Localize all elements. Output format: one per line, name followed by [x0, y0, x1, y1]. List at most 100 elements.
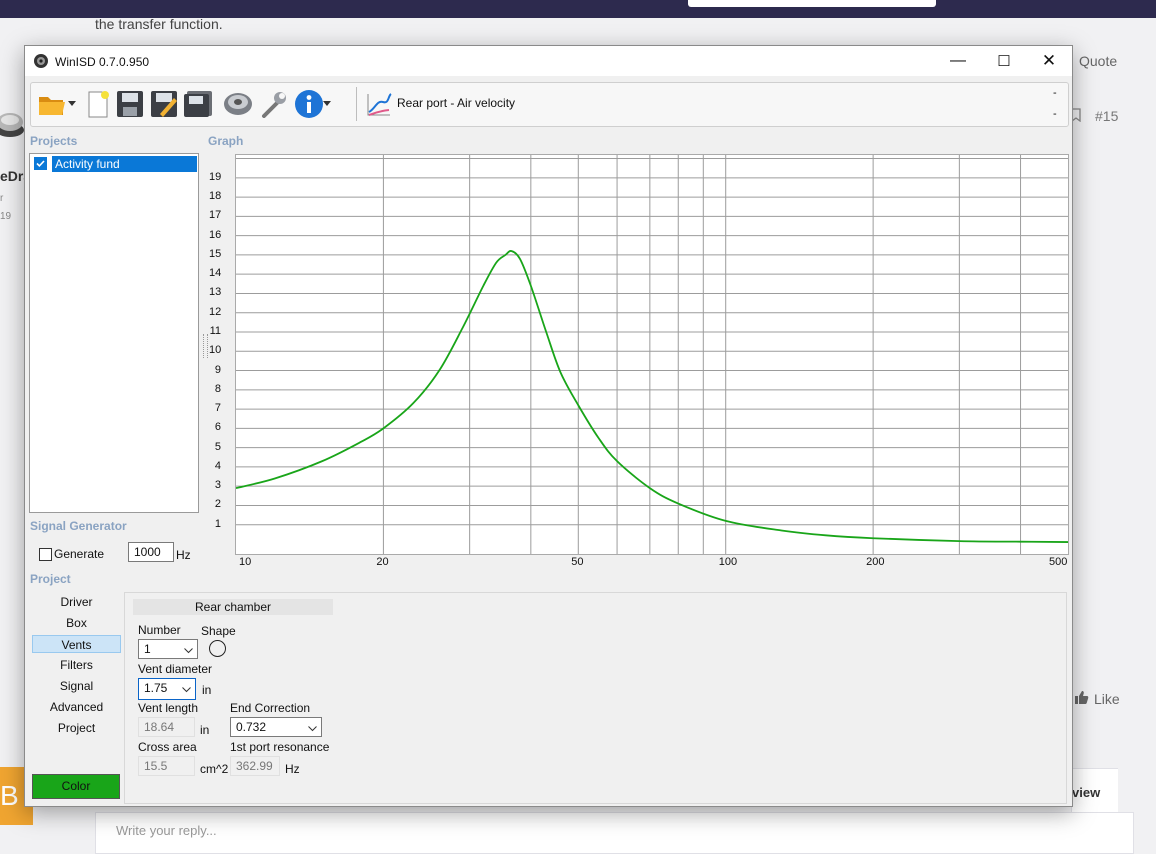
port-resonance-unit: Hz: [285, 762, 300, 776]
graph-selector-dash-top[interactable]: -: [1053, 87, 1057, 99]
y-tick-label: 1: [214, 517, 221, 530]
number-chevron-down-icon: [184, 643, 193, 661]
vent-length-label: Vent length: [138, 701, 199, 715]
x-tick-label: 20: [376, 556, 389, 568]
vent-diameter-select[interactable]: 1.75: [138, 678, 196, 700]
number-select[interactable]: 1: [138, 639, 198, 659]
y-tick-label: 8: [214, 382, 221, 395]
end-correction-chevron-down-icon: [308, 721, 317, 739]
generate-label: Generate: [54, 547, 105, 561]
vent-diameter-unit: in: [202, 683, 212, 697]
search-box[interactable]: [688, 0, 936, 7]
x-tick-label: 50: [571, 556, 584, 568]
quote-link[interactable]: Quote: [1079, 53, 1117, 69]
cross-area-field[interactable]: 15.5: [138, 756, 195, 776]
y-tick-label: 7: [214, 402, 221, 415]
generate-checkbox[interactable]: [39, 548, 52, 561]
y-tick-label: 13: [209, 286, 222, 299]
y-tick-label: 15: [209, 247, 222, 260]
round-shape-icon[interactable]: [209, 640, 226, 657]
vent-length-field[interactable]: 18.64: [138, 717, 195, 737]
info-icon[interactable]: [294, 89, 324, 119]
color-button[interactable]: Color: [32, 774, 120, 799]
rear-chamber-title: Rear chamber: [133, 599, 333, 615]
wrench-settings-icon[interactable]: [259, 89, 289, 119]
projects-list[interactable]: Activity fund: [29, 153, 199, 513]
y-tick-label: 4: [214, 459, 221, 472]
velocity-chart: [235, 155, 1069, 554]
nav-box[interactable]: Box: [32, 614, 121, 632]
info-dropdown-chevron-down-icon[interactable]: [321, 89, 333, 119]
diameter-chevron-down-icon: [182, 682, 191, 700]
post-number[interactable]: #15: [1095, 108, 1118, 124]
signal-generator-header: Signal Generator: [30, 519, 127, 533]
nav-project[interactable]: Project: [32, 719, 121, 737]
project-checkbox[interactable]: [34, 157, 47, 170]
nav-advanced[interactable]: Advanced: [32, 698, 121, 716]
project-section-header: Project: [30, 572, 71, 586]
vent-length-unit: in: [200, 723, 210, 737]
x-tick-label: 100: [718, 556, 738, 568]
user-meta-1: r: [0, 193, 4, 204]
x-tick-label: 10: [239, 556, 252, 568]
end-correction-select[interactable]: 0.732: [230, 717, 322, 737]
vent-diameter-label: Vent diameter: [138, 662, 213, 676]
reply-editor[interactable]: Write your reply...: [95, 812, 1134, 854]
maximize-button[interactable]: ☐: [981, 46, 1027, 76]
x-tick-label: 500: [1049, 556, 1068, 568]
y-tick-label: 11: [209, 325, 221, 337]
y-tick-label: 9: [214, 363, 221, 376]
frequency-unit: Hz: [176, 548, 191, 562]
splitter-handle[interactable]: [203, 334, 208, 358]
toolbar: Rear port - Air velocity - -: [30, 82, 1069, 127]
like-button[interactable]: Like: [1094, 691, 1120, 707]
number-value: 1: [144, 642, 151, 656]
y-tick-label: 3: [214, 479, 221, 492]
graph-selector-label[interactable]: Rear port - Air velocity: [397, 96, 515, 110]
end-correction-label: End Correction: [230, 701, 311, 715]
x-tick-label: 200: [866, 556, 885, 568]
open-folder-icon[interactable]: [37, 89, 67, 119]
toolbar-separator: [356, 87, 357, 121]
y-tick-label: 2: [214, 498, 221, 511]
y-tick-label: 5: [214, 440, 221, 453]
port-resonance-label: 1st port resonance: [230, 740, 330, 754]
save-as-edit-icon[interactable]: [149, 89, 179, 119]
close-button[interactable]: ✕: [1026, 46, 1072, 76]
save-icon[interactable]: [115, 89, 145, 119]
preview-tab[interactable]: view: [1071, 768, 1118, 816]
nav-driver[interactable]: Driver: [32, 593, 121, 611]
number-label: Number: [138, 623, 181, 637]
winisd-window: WinISD 0.7.0.950 — ☐ ✕ Rear port - Air v…: [24, 45, 1073, 807]
reply-placeholder: Write your reply...: [116, 823, 217, 838]
save-all-icon[interactable]: [183, 89, 213, 119]
air-velocity-series-line: [235, 250, 1069, 543]
y-tick-label: 6: [214, 421, 221, 434]
y-tick-label: 14: [209, 267, 222, 280]
like-icon[interactable]: [1074, 690, 1090, 706]
app-speaker-icon: [33, 53, 49, 69]
cross-area-unit: cm^2: [200, 762, 229, 776]
y-tick-label: 19: [209, 170, 222, 183]
graph-type-icon[interactable]: [364, 89, 394, 119]
driver-speaker-icon[interactable]: [223, 89, 253, 119]
minimize-button[interactable]: —: [935, 46, 981, 76]
title-bar: WinISD 0.7.0.950 — ☐ ✕: [25, 46, 1072, 76]
nav-signal[interactable]: Signal: [32, 677, 121, 695]
port-resonance-field[interactable]: 362.99: [230, 756, 280, 776]
preview-label: view: [1072, 785, 1101, 800]
nav-vents[interactable]: Vents: [32, 635, 121, 653]
nav-filters[interactable]: Filters: [32, 656, 121, 674]
vent-diameter-value: 1.75: [144, 681, 168, 695]
graph-plot-area[interactable]: [235, 154, 1069, 555]
graph-header: Graph: [208, 134, 244, 148]
graph-selector-dash-bottom[interactable]: -: [1053, 108, 1057, 120]
frequency-input[interactable]: 1000: [128, 542, 174, 562]
shape-label: Shape: [201, 624, 236, 638]
new-document-icon[interactable]: [83, 89, 113, 119]
y-tick-label: 18: [209, 190, 222, 203]
user-meta-2: 19: [0, 211, 12, 222]
open-dropdown-chevron-down-icon[interactable]: [66, 89, 78, 119]
y-tick-label: 12: [209, 305, 222, 318]
project-item[interactable]: Activity fund: [52, 156, 197, 172]
